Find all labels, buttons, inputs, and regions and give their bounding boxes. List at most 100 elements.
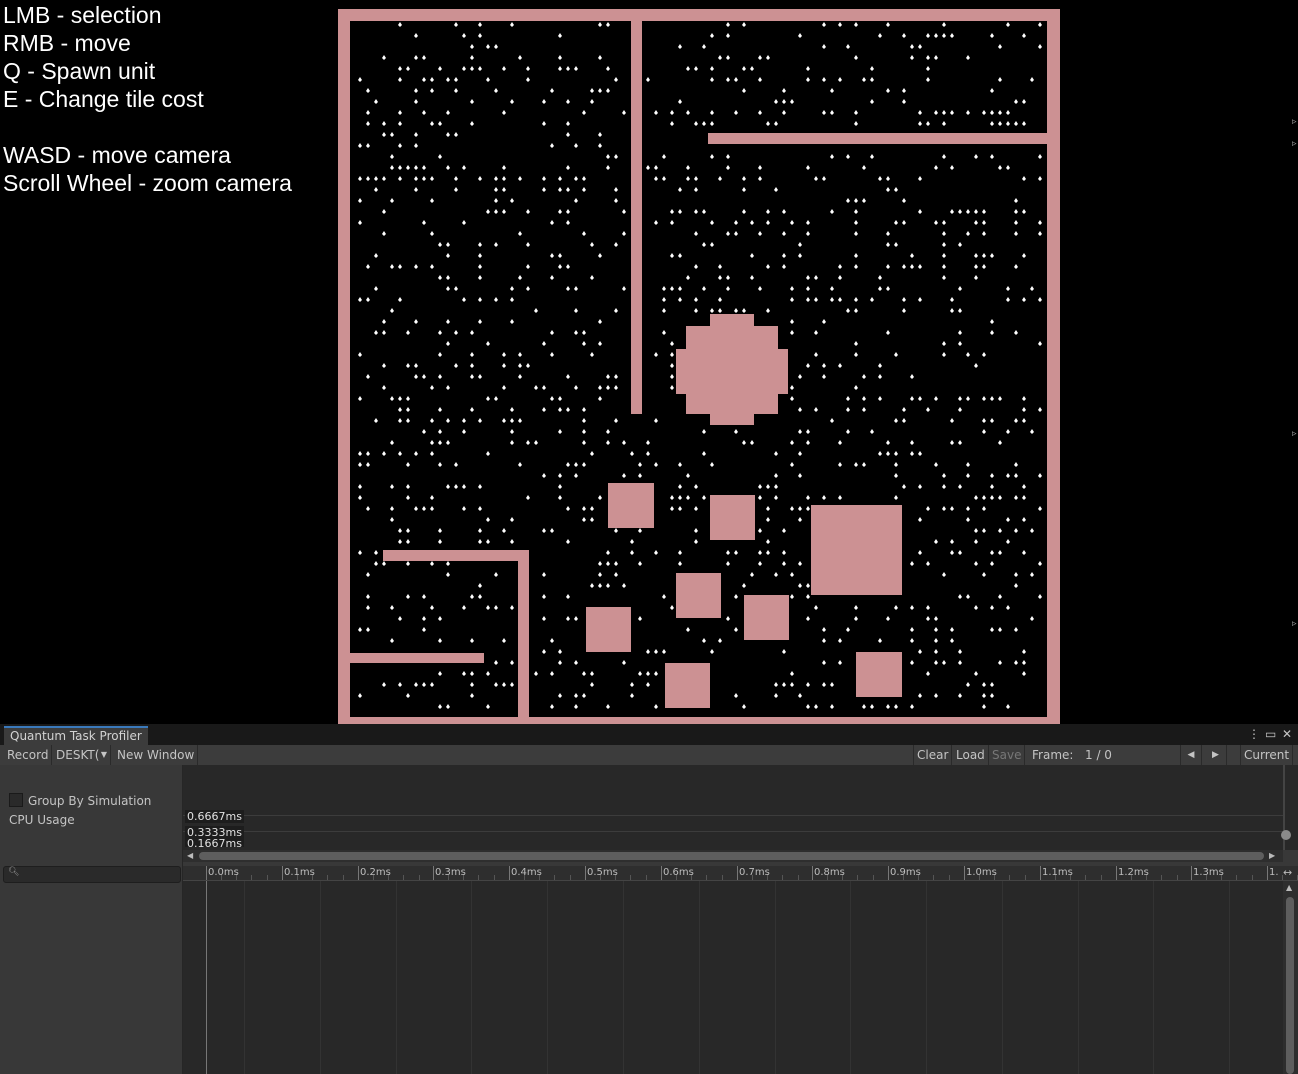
target-dropdown[interactable]: DESKT(▼ bbox=[53, 745, 111, 765]
timeline-gridline bbox=[623, 881, 624, 1074]
round-obstacle bbox=[676, 314, 788, 425]
ruler-minor-tick bbox=[403, 875, 404, 880]
ruler-minor-tick bbox=[798, 875, 799, 880]
ruler-label: 0.6ms bbox=[663, 867, 694, 878]
ruler-minor-tick bbox=[494, 875, 495, 880]
ruler-minor-tick bbox=[267, 875, 268, 880]
ruler-label: 1. bbox=[1269, 867, 1279, 878]
ruler-label: 1.1ms bbox=[1042, 867, 1073, 878]
ruler-label: 0.9ms bbox=[890, 867, 921, 878]
block-obstacle bbox=[608, 483, 654, 528]
ruler-minor-tick bbox=[251, 875, 252, 880]
ruler-minor-tick bbox=[842, 875, 843, 880]
wall-top bbox=[338, 9, 1060, 21]
ruler-tick bbox=[509, 866, 510, 880]
ruler-label: 0.1ms bbox=[284, 867, 315, 878]
timeline-cursor bbox=[206, 881, 207, 1074]
clear-button[interactable]: Clear bbox=[913, 745, 953, 765]
chevron-down-icon: ▼ bbox=[100, 750, 107, 759]
ruler-minor-tick bbox=[1131, 875, 1132, 880]
maximize-icon[interactable]: ▭ bbox=[1265, 727, 1276, 741]
graph-label: 0.3333ms bbox=[185, 826, 244, 839]
ruler-label: 0.5ms bbox=[587, 867, 618, 878]
ruler-minor-tick bbox=[463, 875, 464, 880]
ruler-minor-tick bbox=[478, 875, 479, 880]
ruler-minor-tick bbox=[343, 875, 344, 880]
cpu-usage-graph[interactable]: 0.6667ms 0.1667ms 0.3333ms bbox=[183, 765, 1298, 850]
search-input[interactable]: 🔍︎ bbox=[3, 866, 181, 883]
ruler-tick bbox=[888, 866, 889, 880]
scrollbar-thumb[interactable] bbox=[1286, 897, 1294, 1074]
graph-gridline bbox=[183, 831, 1283, 832]
ruler-tick bbox=[282, 866, 283, 880]
target-label: DESKT( bbox=[56, 748, 100, 762]
horizontal-scrollbar[interactable]: ◀ ▶ bbox=[183, 850, 1283, 862]
ruler-minor-tick bbox=[1146, 875, 1147, 880]
timeline-gridline bbox=[775, 881, 776, 1074]
ruler-minor-tick bbox=[752, 875, 753, 880]
ruler-minor-tick bbox=[722, 875, 723, 880]
wall-left bbox=[338, 9, 350, 724]
block-obstacle bbox=[676, 573, 721, 618]
arrow-right-icon: ▹ bbox=[1292, 619, 1297, 629]
ruler-minor-tick bbox=[1252, 875, 1253, 880]
close-icon[interactable]: ✕ bbox=[1282, 727, 1292, 741]
ruler-minor-tick bbox=[419, 875, 420, 880]
ruler-minor-tick bbox=[857, 875, 858, 880]
ruler-minor-tick bbox=[1009, 875, 1010, 880]
ruler-minor-tick bbox=[676, 875, 677, 880]
vertical-scrollbar[interactable]: ▲ bbox=[1283, 881, 1298, 1074]
ruler-minor-tick bbox=[448, 875, 449, 880]
game-viewport[interactable]: LMB - selection RMB - move Q - Spawn uni… bbox=[0, 0, 1298, 724]
scroll-left-icon[interactable]: ◀ bbox=[187, 850, 193, 862]
timeline-gridline bbox=[1078, 881, 1079, 1074]
scroll-right-icon[interactable]: ▶ bbox=[1269, 850, 1275, 862]
graph-gridline bbox=[183, 815, 1283, 816]
ruler-minor-tick bbox=[979, 875, 980, 880]
save-button[interactable]: Save bbox=[989, 745, 1026, 765]
ruler-minor-tick bbox=[782, 875, 783, 880]
wall-horizontal-lower bbox=[383, 550, 529, 561]
wall-bottom bbox=[338, 717, 1060, 724]
ruler-minor-tick bbox=[1177, 875, 1178, 880]
new-window-button[interactable]: New Window bbox=[114, 745, 199, 765]
wall-vertical-lower bbox=[518, 550, 529, 724]
ruler-tick bbox=[661, 866, 662, 880]
tab-quantum-task-profiler[interactable]: Quantum Task Profiler bbox=[4, 726, 148, 745]
help-line: WASD - move camera bbox=[3, 142, 231, 168]
timeline-area[interactable] bbox=[183, 881, 1283, 1074]
help-line: E - Change tile cost bbox=[3, 86, 204, 112]
ruler-tick bbox=[737, 866, 738, 880]
checkbox-icon[interactable] bbox=[9, 793, 23, 807]
timeline-gridline bbox=[850, 881, 851, 1074]
ruler-minor-tick bbox=[949, 875, 950, 880]
ruler-tick bbox=[812, 866, 813, 880]
ruler-label: 0.2ms bbox=[360, 867, 391, 878]
load-button[interactable]: Load bbox=[953, 745, 989, 765]
ruler-minor-tick bbox=[1101, 875, 1102, 880]
ruler-minor-tick bbox=[539, 875, 540, 880]
ruler-minor-tick bbox=[373, 875, 374, 880]
wall-horizontal-bottom bbox=[349, 653, 484, 663]
timeline-gridline bbox=[926, 881, 927, 1074]
ruler-minor-tick bbox=[903, 875, 904, 880]
prev-frame-icon[interactable]: ◀ bbox=[1180, 745, 1202, 765]
next-frame-icon[interactable]: ▶ bbox=[1205, 745, 1227, 765]
ruler-minor-tick bbox=[1206, 875, 1207, 880]
ruler-minor-tick bbox=[873, 875, 874, 880]
scroll-up-icon[interactable]: ▲ bbox=[1286, 883, 1292, 892]
timeline-gridline bbox=[1229, 881, 1230, 1074]
scrollbar-thumb[interactable] bbox=[199, 852, 1264, 860]
record-button[interactable]: Record bbox=[4, 745, 53, 765]
ruler-minor-tick bbox=[600, 875, 601, 880]
current-frame-button[interactable]: Current bbox=[1240, 745, 1294, 765]
tab-bar: Quantum Task Profiler ⋮ ▭ ✕ bbox=[0, 724, 1298, 745]
ruler-minor-tick bbox=[1055, 875, 1056, 880]
group-by-simulation-toggle[interactable]: Group By Simulation bbox=[9, 793, 151, 808]
ruler-minor-tick bbox=[1236, 875, 1237, 880]
expand-horizontal-icon[interactable]: ↔ bbox=[1283, 866, 1292, 879]
ruler-minor-tick bbox=[236, 875, 237, 880]
more-icon[interactable]: ⋮ bbox=[1248, 727, 1260, 741]
navigation-grid-map[interactable] bbox=[338, 9, 1060, 724]
graph-slider-handle[interactable] bbox=[1281, 830, 1291, 840]
